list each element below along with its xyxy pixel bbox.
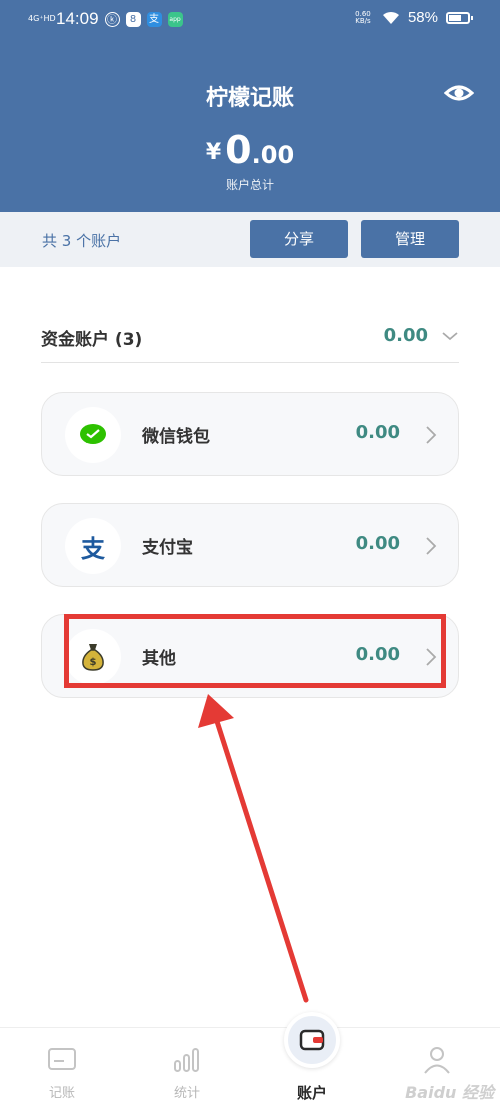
wifi-icon — [382, 11, 399, 24]
header: 4G⁺HD 14:09 ⓚ 8 支 app 0.60 KB/s 58% 柠檬记账… — [0, 0, 500, 212]
account-name: 微信钱包 — [142, 427, 210, 447]
account-balance: 0.00 — [355, 422, 400, 443]
app-notification-icon: 8 — [125, 11, 141, 27]
total-dec: .00 — [251, 141, 295, 169]
network-indicator: 4G⁺HD — [28, 14, 56, 23]
tab-label: 记账 — [48, 1086, 75, 1101]
app-notification-icon-2: app — [167, 11, 183, 27]
account-count: 共 3 个账户 — [42, 232, 122, 250]
total-label: 账户总计 — [225, 178, 274, 192]
tab-record[interactable]: 记账 — [12, 1028, 112, 1111]
share-button[interactable]: 分享 — [250, 220, 348, 258]
eye-icon[interactable] — [443, 80, 475, 106]
battery-icon — [446, 11, 473, 24]
alipay-notification-icon: 支 — [146, 11, 162, 27]
section-title: 资金账户 (3) — [41, 330, 143, 350]
account-name: 支付宝 — [142, 538, 193, 558]
network-speed: 0.60 KB/s — [355, 9, 371, 25]
tab-label: 账户 — [296, 1084, 327, 1102]
status-bar: 4G⁺HD 14:09 ⓚ 8 支 app 0.60 KB/s 58% — [0, 0, 500, 38]
account-balance: 0.00 — [355, 533, 400, 554]
notification-icon: ⓚ — [104, 11, 120, 27]
chevron-down-icon — [442, 332, 458, 341]
card-icon — [48, 1048, 76, 1070]
currency-symbol: ¥ — [205, 140, 222, 165]
tab-accounts[interactable]: 账户 — [262, 1012, 362, 1111]
wallet-icon — [284, 1012, 340, 1068]
annotation-highlight-box — [64, 614, 446, 688]
status-time: 14:09 — [56, 9, 99, 28]
total-amount: ¥0.00 — [0, 128, 500, 172]
chevron-right-icon — [426, 537, 437, 555]
account-card-wechat[interactable]: 微信钱包 0.00 — [41, 392, 459, 476]
funds-section-header[interactable]: 资金账户 (3) 0.00 — [41, 315, 459, 363]
tab-bar: 记账 统计 账户 Baidu 经验 — [0, 1012, 500, 1111]
bar-chart-icon — [174, 1048, 199, 1072]
section-total: 0.00 — [383, 325, 428, 346]
watermark: Baidu 经验 — [405, 1083, 494, 1102]
battery-percent: 58% — [407, 9, 438, 26]
account-card-alipay[interactable]: 支 支付宝 0.00 — [41, 503, 459, 587]
account-toolbar: 共 3 个账户 分享 管理 — [0, 212, 500, 267]
manage-button[interactable]: 管理 — [361, 220, 459, 258]
profile-icon — [424, 1047, 450, 1074]
alipay-icon: 支 — [65, 518, 121, 574]
tab-label: 统计 — [173, 1086, 200, 1101]
page-title: 柠檬记账 — [205, 86, 294, 111]
chevron-right-icon — [426, 426, 437, 444]
tab-stats[interactable]: 统计 — [137, 1028, 237, 1111]
wechat-icon — [65, 407, 121, 463]
total-int: 0 — [225, 128, 252, 172]
